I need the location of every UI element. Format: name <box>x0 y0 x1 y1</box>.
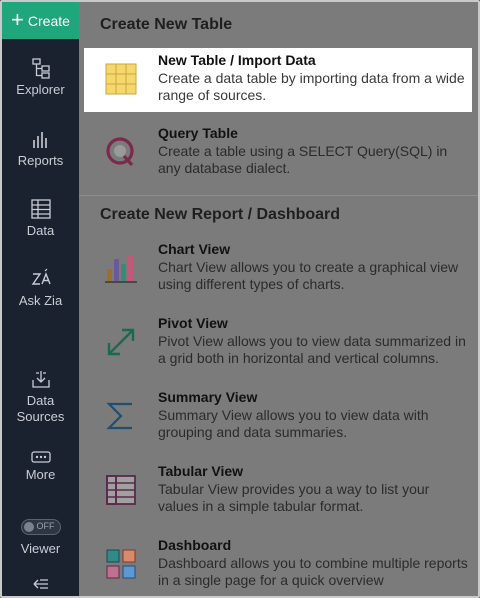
data-icon <box>30 199 51 219</box>
option-title: New Table / Import Data <box>158 52 316 68</box>
sidebar: + Create Explorer Reports Data Ask Zia D… <box>2 2 79 596</box>
sigma-icon <box>106 402 132 430</box>
app-window: + Create Explorer Reports Data Ask Zia D… <box>0 0 480 598</box>
plus-icon: + <box>11 6 24 32</box>
collapse-arrow-icon <box>33 579 48 589</box>
dashboard-icon <box>106 549 136 579</box>
ask-zia-icon <box>31 268 51 285</box>
reports-icon <box>32 132 47 148</box>
create-panel: Create New Table New Table / Import Data… <box>79 2 478 596</box>
option-description: Chart View allows you to create a graphi… <box>158 259 459 292</box>
sidebar-item-label: Data <box>26 223 55 238</box>
section-title-create-table: Create New Table <box>100 16 233 33</box>
query-icon <box>106 137 134 167</box>
query-table-option[interactable]: Query Table Create a table using a SELEC… <box>84 121 472 185</box>
section-divider <box>79 195 478 196</box>
option-description: Create a data table by importing data fr… <box>158 70 465 103</box>
sidebar-item-more[interactable]: More <box>2 450 79 483</box>
tabular-icon <box>106 475 136 505</box>
option-title: Pivot View <box>158 315 228 331</box>
viewer-toggle[interactable]: OFF <box>20 519 61 535</box>
create-button[interactable]: + Create <box>2 2 79 39</box>
toggle-state-text: OFF <box>36 521 55 531</box>
chart-view-option[interactable]: Chart View Chart View allows you to crea… <box>84 237 472 301</box>
grid-table-icon <box>105 63 137 95</box>
dashboard-option[interactable]: Dashboard Dashboard allows you to combin… <box>84 533 472 596</box>
data-sources-icon <box>31 371 50 388</box>
section-title-create-report: Create New Report / Dashboard <box>100 206 341 223</box>
sidebar-item-label: Ask Zia <box>18 293 63 308</box>
option-title: Tabular View <box>158 463 244 479</box>
explorer-icon <box>31 58 50 79</box>
pivot-view-option[interactable]: Pivot View Pivot View allows you to view… <box>84 311 472 375</box>
sidebar-item-label: Explorer <box>16 82 65 97</box>
toggle-knob <box>23 522 34 532</box>
more-icon <box>30 451 51 463</box>
option-description: Dashboard allows you to combine multiple… <box>158 555 468 588</box>
create-label: Create <box>27 12 70 29</box>
option-description: Summary View allows you to view data wit… <box>158 407 429 440</box>
sidebar-item-data[interactable]: Data <box>2 198 79 239</box>
sidebar-item-reports[interactable]: Reports <box>2 128 79 169</box>
sidebar-item-viewer[interactable]: OFF Viewer <box>2 519 79 557</box>
sidebar-item-label: Data Sources <box>16 393 65 424</box>
sidebar-item-label: Viewer <box>20 541 61 556</box>
collapse-sidebar-button[interactable] <box>2 578 79 593</box>
sidebar-item-explorer[interactable]: Explorer <box>2 57 79 98</box>
option-title: Summary View <box>158 389 258 405</box>
option-description: Create a table using a SELECT Query(SQL)… <box>158 143 448 176</box>
option-title: Dashboard <box>158 537 232 553</box>
sidebar-item-label: More <box>25 467 56 482</box>
pivot-arrows-icon <box>107 328 135 356</box>
bar-chart-icon <box>105 256 137 283</box>
option-title: Chart View <box>158 241 231 257</box>
sidebar-item-label: Reports <box>17 153 64 168</box>
sidebar-item-ask-zia[interactable]: Ask Zia <box>2 268 79 309</box>
option-title: Query Table <box>158 125 238 141</box>
new-table-import-data-option[interactable]: New Table / Import Data Create a data ta… <box>84 48 472 112</box>
option-description: Tabular View provides you a way to list … <box>158 481 430 514</box>
sidebar-item-data-sources[interactable]: Data Sources <box>2 368 79 425</box>
summary-view-option[interactable]: Summary View Summary View allows you to … <box>84 385 472 449</box>
option-description: Pivot View allows you to view data summa… <box>158 333 466 366</box>
tabular-view-option[interactable]: Tabular View Tabular View provides you a… <box>84 459 472 523</box>
